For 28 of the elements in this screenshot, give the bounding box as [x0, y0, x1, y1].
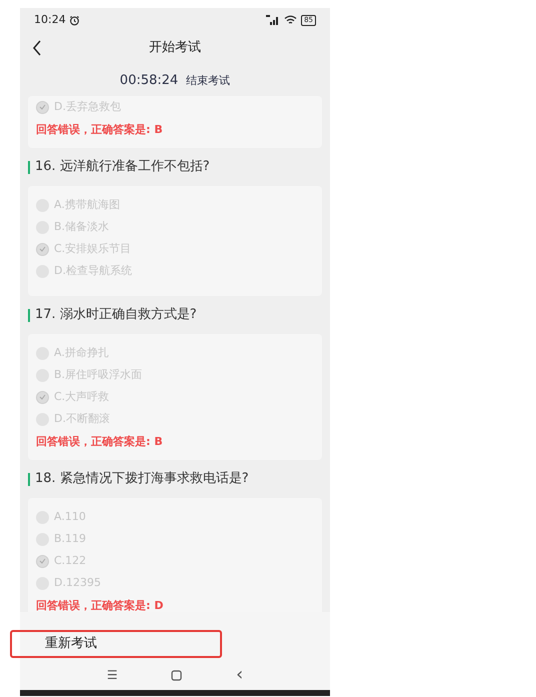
countdown-timer: 00:58:24: [120, 72, 178, 90]
question-title: 16. 远洋航行准备工作不包括?: [35, 158, 210, 176]
alarm-clock-icon: [68, 14, 80, 26]
wifi-icon: [284, 15, 298, 25]
accent-bar: [28, 472, 30, 486]
retry-exam-button[interactable]: 重新考试: [10, 630, 222, 658]
checked-radio[interactable]: [36, 390, 49, 404]
menu-nav-button[interactable]: ☰: [106, 666, 118, 684]
check-icon: [39, 246, 46, 252]
answer-feedback: 回答错误，正确答案是: B: [36, 434, 164, 450]
answer-feedback: 回答错误，正确答案是: D: [36, 598, 164, 612]
status-time: 10:24: [34, 12, 66, 28]
home-nav-icon[interactable]: [171, 670, 182, 680]
question-title: 18. 紧急情况下拨打海事求救电话是?: [35, 470, 249, 488]
check-icon: [39, 394, 46, 400]
back-nav-button[interactable]: ‹: [236, 666, 244, 684]
check-icon: [39, 104, 46, 110]
signal-icon: [266, 15, 280, 25]
question-title: 17. 溺水时正确自救方式是?: [35, 306, 197, 324]
checked-radio[interactable]: [36, 100, 49, 114]
check-icon: [39, 558, 46, 564]
accent-bar: [28, 160, 30, 174]
answer-feedback: 回答错误，正确答案是: B: [36, 122, 164, 138]
accent-bar: [28, 308, 30, 322]
checked-radio[interactable]: [36, 554, 49, 568]
end-exam-button[interactable]: 结束考试: [186, 72, 230, 90]
checked-radio[interactable]: [36, 242, 49, 256]
page-title: 开始考试: [149, 39, 201, 58]
